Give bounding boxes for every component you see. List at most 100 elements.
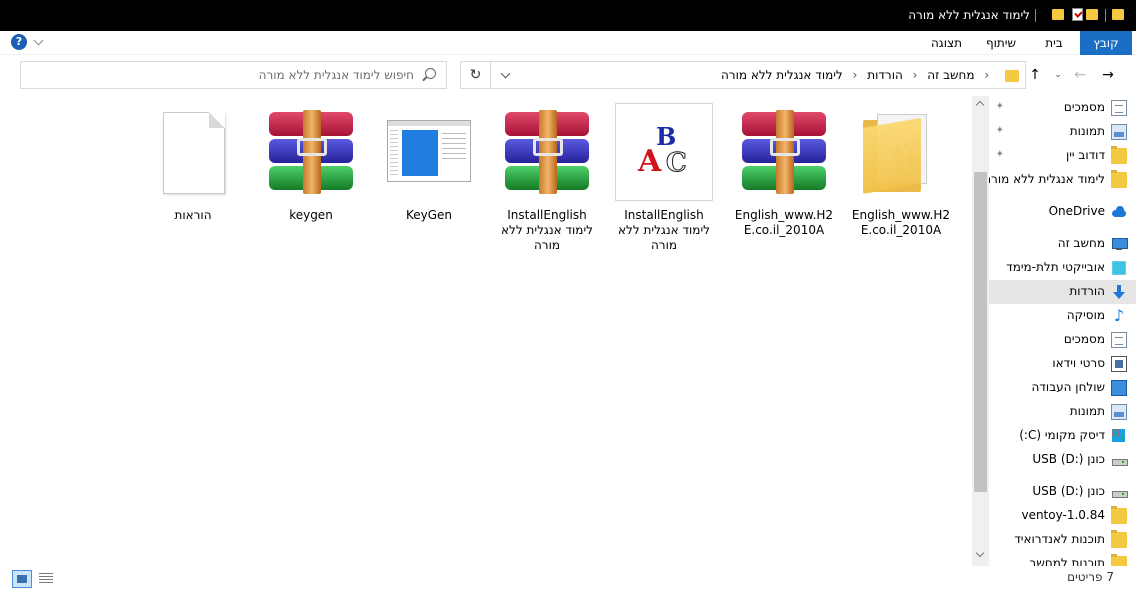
sidebar-item-android-apps[interactable]: תוכנות לאנדרואיד [989,528,1136,552]
sidebar-item-label: דודוב יין [1065,148,1105,162]
pictures-icon [1111,404,1127,420]
sidebar-item-quick-pictures[interactable]: תמונות ✦ [989,120,1136,144]
sidebar-item-label: שולחן העבודה [1031,380,1105,394]
window-thumbnail-icon [381,104,477,200]
file-name-hebrew: לימוד אנגלית ללא מורה [501,223,593,252]
sidebar-item-this-pc[interactable]: מחשב זה [989,232,1136,256]
address-history-dropdown[interactable] [491,62,521,88]
sidebar-item-3d-objects[interactable]: אובייקטי תלת-מימד [989,256,1136,280]
sidebar-item-label: אובייקטי תלת-מימד [1006,260,1105,274]
documents-icon [1111,100,1127,116]
sidebar-item-pc-apps[interactable]: תוכנות למחשב [989,552,1136,566]
sidebar-item-label: כונן USB (D:) [1032,452,1105,466]
usb-drive-icon [1111,452,1128,468]
file-item-keygen-archive[interactable]: keygen [260,104,362,223]
folder-icon [1111,554,1127,566]
sidebar-item-label: ventoy-1.0.84 [1021,508,1105,522]
file-name: keygen [289,208,333,222]
sidebar-item-documents[interactable]: מסמכים [989,328,1136,352]
search-box[interactable]: חיפוש לימוד אנגלית ללא מורה [20,61,447,89]
separator [1105,9,1106,22]
expand-ribbon-chevron-icon[interactable] [33,35,44,46]
file-item-install-english-setup[interactable]: BAC InstallEnglish לימוד אנגלית ללא מורה [613,103,715,253]
folder-icon[interactable] [1052,9,1064,20]
file-item-keygen-exe[interactable]: KeyGen [378,104,480,223]
scroll-down-icon[interactable] [975,548,985,558]
file-item-english-folder[interactable]: English_www.H2E.co.il_2010A [850,104,952,238]
breadcrumb-current-folder[interactable]: לימוד אנגלית ללא מורה [721,68,843,82]
title-bar: לימוד אנגלית ללא מורה [0,0,1136,31]
large-icons-view-icon[interactable] [12,570,32,588]
sidebar-item-label: תוכנות לאנדרואיד [1014,532,1105,546]
file-item-english-archive[interactable]: English_www.H2E.co.il_2010A [733,104,835,238]
downloads-icon [1111,284,1127,300]
winrar-archive-icon [499,104,595,200]
scrollbar-thumb[interactable] [974,172,987,492]
new-folder-icon[interactable] [1086,9,1098,20]
sidebar-item-downloads[interactable]: הורדות [989,280,1136,304]
sidebar-item-quick-documents[interactable]: מסמכים ✦ [989,96,1136,120]
breadcrumb-downloads[interactable]: הורדות [867,68,903,82]
sidebar-item-label: לימוד אנגלית ללא מורה [989,172,1105,186]
sidebar-item-local-disk-c[interactable]: דיסק מקומי (C:) [989,424,1136,448]
breadcrumb: ‹ מחשב זה ‹ הורדות ‹ לימוד אנגלית ללא מו… [721,62,1019,88]
chevron-right-icon[interactable]: ‹ [853,62,858,88]
sidebar-item-english-course[interactable]: לימוד אנגלית ללא מורה [989,168,1136,192]
tab-home[interactable]: בית [1032,31,1076,55]
documents-icon [1111,332,1127,348]
sidebar-item-videos[interactable]: סרטי וידאו [989,352,1136,376]
pin-icon: ✦ [995,101,1004,112]
folder-icon [1111,506,1127,524]
chevron-down-icon [500,68,511,79]
tab-file[interactable]: קובץ [1080,31,1132,55]
window-title: לימוד אנגלית ללא מורה [908,8,1030,22]
sidebar-item-onedrive[interactable]: OneDrive [989,200,1136,224]
file-list[interactable]: English_www.H2E.co.il_2010A English_www.… [0,96,972,566]
sidebar-item-music[interactable]: ♪ מוסיקה [989,304,1136,328]
sidebar-item-dudov-yayin[interactable]: דודוב יין ✦ [989,144,1136,168]
sidebar-item-label: מוסיקה [1066,308,1105,322]
file-name-latin: InstallEnglish [507,208,587,222]
sidebar-item-desktop[interactable]: שולחן העבודה [989,376,1136,400]
sidebar-item-label: סרטי וידאו [1052,356,1105,370]
forward-arrow-icon[interactable]: ← [1070,64,1090,86]
navigation-scrollbar[interactable] [972,96,989,566]
file-item-instructions[interactable]: הוראות [142,104,244,223]
address-bar[interactable]: ↻ ‹ מחשב זה ‹ הורדות ‹ לימוד אנגלית ללא … [460,61,1026,89]
properties-icon[interactable] [1072,8,1083,21]
sidebar-item-pictures[interactable]: תמונות [989,400,1136,424]
folder-icon [1111,170,1127,188]
help-icon[interactable]: ? [11,34,27,50]
folder-icon [1112,9,1124,20]
details-view-icon[interactable] [36,570,56,588]
folder-icon [1111,530,1127,548]
pin-icon: ✦ [995,125,1004,136]
text-document-icon [145,104,241,200]
search-input[interactable]: חיפוש לימוד אנגלית ללא מורה [259,68,414,82]
open-folder-icon [853,104,949,200]
sidebar-item-label: מסמכים [1063,100,1105,114]
desktop-icon [1111,380,1127,396]
tab-view[interactable]: תצוגה [922,31,974,55]
sidebar-item-usb-d[interactable]: כונן USB (D:) [989,448,1136,472]
quick-access-toolbar [1046,0,1136,31]
sidebar-item-usb-d-root[interactable]: כונן USB (D:) [989,480,1136,504]
breadcrumb-this-pc[interactable]: מחשב זה [927,68,974,82]
chevron-right-icon[interactable]: ‹ [913,62,918,88]
ribbon: קובץ בית שיתוף תצוגה ? [0,31,1136,55]
sidebar-item-ventoy[interactable]: ventoy-1.0.84 [989,504,1136,528]
sidebar-item-label: OneDrive [1048,204,1105,218]
chevron-right-icon[interactable]: ‹ [984,62,989,88]
sidebar-item-label: דיסק מקומי (C:) [1019,428,1105,442]
pictures-icon [1111,124,1127,140]
up-arrow-icon[interactable]: ↑ [1025,64,1045,86]
tab-share[interactable]: שיתוף [976,31,1028,55]
music-icon: ♪ [1113,306,1125,325]
file-item-install-english-archive[interactable]: InstallEnglish לימוד אנגלית ללא מורה [496,104,598,253]
folder-icon [1005,69,1019,82]
back-arrow-icon[interactable]: → [1098,64,1118,86]
videos-icon [1111,356,1127,372]
refresh-icon[interactable]: ↻ [461,62,491,88]
recent-locations-chevron-icon[interactable]: ⌄ [1048,64,1068,86]
scroll-up-icon[interactable] [975,100,985,110]
